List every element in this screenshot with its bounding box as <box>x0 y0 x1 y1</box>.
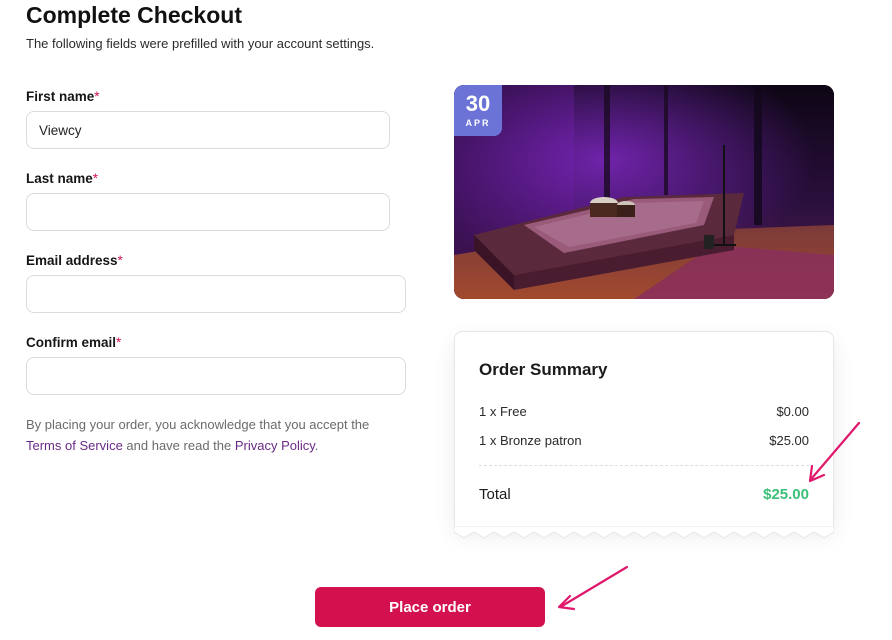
email-input[interactable] <box>26 275 406 313</box>
total-amount: $25.00 <box>763 486 809 503</box>
legal-middle: and have read the <box>122 438 235 453</box>
privacy-policy-link[interactable]: Privacy Policy <box>235 438 315 453</box>
terms-of-service-link[interactable]: Terms of Service <box>26 438 123 453</box>
order-line-item: 1 x Bronze patron $25.00 <box>479 433 809 448</box>
required-marker: * <box>92 171 99 186</box>
confirm-email-label: Confirm email* <box>26 335 121 350</box>
event-date-day: 30 <box>465 91 491 116</box>
page-subtitle: The following fields were prefilled with… <box>26 36 375 51</box>
first-name-label: First name* <box>26 89 100 104</box>
legal-notice: By placing your order, you acknowledge t… <box>26 414 406 456</box>
legal-suffix: . <box>314 438 319 453</box>
receipt-zigzag-edge <box>454 526 834 539</box>
required-marker: * <box>117 253 123 268</box>
summary-divider <box>479 465 809 466</box>
order-total-row: Total $25.00 <box>479 486 809 503</box>
first-name-input[interactable] <box>26 111 390 149</box>
order-line-item: 1 x Free $0.00 <box>479 404 809 419</box>
arrow-to-place-order-icon <box>557 565 629 611</box>
line-item-price: $0.00 <box>776 404 809 419</box>
checkout-page: Complete Checkout The following fields w… <box>0 0 892 640</box>
email-label: Email address* <box>26 253 123 268</box>
line-item-label: 1 x Free <box>479 404 527 419</box>
last-name-input[interactable] <box>26 193 390 231</box>
confirm-email-input[interactable] <box>26 357 406 395</box>
line-item-price: $25.00 <box>769 433 809 448</box>
email-label-text: Email address <box>26 253 118 268</box>
place-order-button[interactable]: Place order <box>315 587 545 627</box>
confirm-email-label-text: Confirm email <box>26 335 117 350</box>
event-image <box>454 85 834 299</box>
last-name-label-text: Last name <box>26 171 93 186</box>
stage-photo <box>454 85 834 299</box>
event-date-month: APR <box>465 118 491 128</box>
legal-prefix: By placing your order, you acknowledge t… <box>26 417 370 432</box>
order-summary-title: Order Summary <box>479 360 608 379</box>
page-title: Complete Checkout <box>26 2 242 28</box>
order-summary-card: Order Summary 1 x Free $0.00 1 x Bronze … <box>454 331 834 527</box>
required-marker: * <box>116 335 122 350</box>
event-date-badge: 30 APR <box>454 85 502 136</box>
line-item-label: 1 x Bronze patron <box>479 433 582 448</box>
total-label: Total <box>479 486 511 503</box>
required-marker: * <box>94 89 100 104</box>
last-name-label: Last name* <box>26 171 98 186</box>
first-name-label-text: First name <box>26 89 95 104</box>
